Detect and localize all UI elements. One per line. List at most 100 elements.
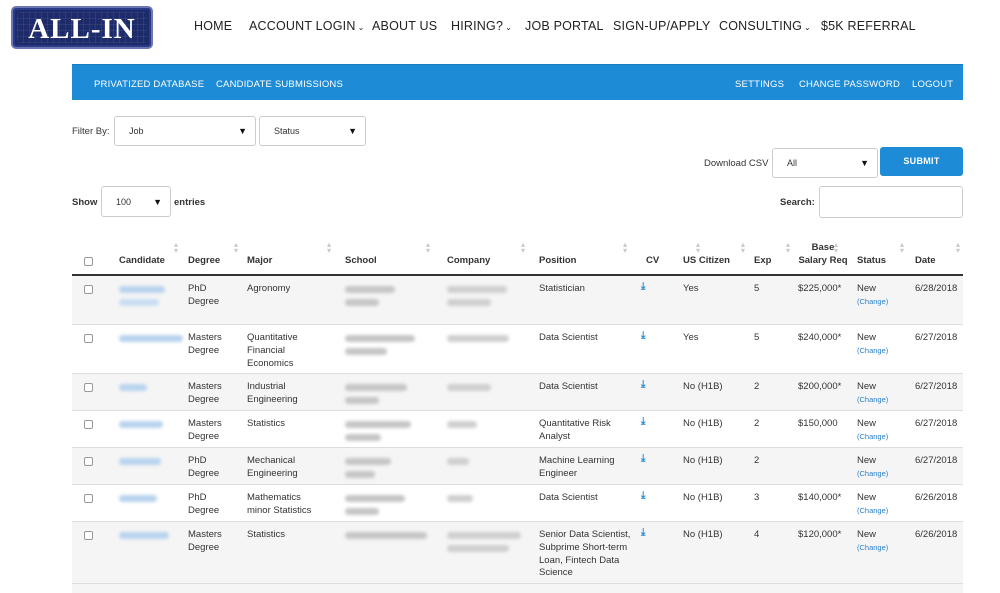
- change-status-link[interactable]: (Change): [857, 505, 888, 518]
- table-row[interactable]: Masters Degree Industrial Engineering Data…: [72, 374, 963, 411]
- table-row[interactable]: PhD Degree Agronomy Statistician Yes 5 $225,0…: [72, 276, 963, 325]
- column-header-major[interactable]: Major: [247, 255, 332, 268]
- table-row[interactable]: Masters Degree Quantitative Financial Eco…: [72, 325, 963, 374]
- candidate-name-redacted[interactable]: [119, 418, 163, 428]
- table-row[interactable]: PhD Degree Mathematics minor Statistics Da…: [72, 485, 963, 522]
- sort-icon[interactable]: ▴ ▾: [741, 241, 745, 255]
- nav-item-account-login[interactable]: ACCOUNT LOGIN ⌄: [249, 19, 364, 33]
- degree-cell: Masters Degree: [188, 381, 222, 405]
- column-header-date[interactable]: Date: [915, 255, 965, 268]
- download-icon[interactable]: ⤓: [641, 379, 645, 392]
- sort-icon[interactable]: ▴ ▾: [426, 241, 430, 255]
- column-header-cv[interactable]: CV: [646, 255, 666, 268]
- candidate-name-redacted[interactable]: [119, 529, 169, 539]
- sort-icon[interactable]: ▴ ▾: [623, 241, 627, 255]
- row-checkbox[interactable]: [84, 285, 93, 294]
- us-citizen-cell: No (H1B): [683, 418, 723, 429]
- table-row[interactable]: Masters Degree Statistics Quantitative Ris…: [72, 411, 963, 448]
- column-header-company[interactable]: Company: [447, 255, 532, 268]
- row-checkbox[interactable]: [84, 420, 93, 429]
- logout-link[interactable]: LOGOUT: [912, 79, 953, 90]
- nav-item-label: $5K REFERRAL: [821, 19, 916, 33]
- candidate-name-redacted[interactable]: [119, 283, 165, 306]
- date-cell: 6/26/2018: [915, 529, 958, 540]
- download-icon[interactable]: ⤓: [641, 527, 645, 540]
- candidate-name-redacted[interactable]: [119, 492, 157, 502]
- sort-icon[interactable]: ▴ ▾: [174, 241, 178, 255]
- date-cell: 6/27/2018: [915, 455, 958, 466]
- nav-item-consulting[interactable]: CONSULTING ⌄: [719, 19, 811, 33]
- change-password-link[interactable]: CHANGE PASSWORD: [799, 79, 900, 90]
- table-row[interactable]: PhD Degree Mechanical Engineering Machine …: [72, 448, 963, 485]
- column-header-candidate[interactable]: Candidate: [119, 255, 179, 268]
- column-header-school[interactable]: School: [345, 255, 435, 268]
- table-row[interactable]: Masters Degree Statistics Senior Data Scie…: [72, 522, 963, 584]
- sort-icon[interactable]: ▴ ▾: [956, 241, 960, 255]
- nav-item-hiring[interactable]: HIRING? ⌄: [451, 19, 512, 33]
- change-status-link[interactable]: (Change): [857, 394, 888, 407]
- sort-icon[interactable]: ▴ ▾: [696, 241, 700, 255]
- sort-icon[interactable]: ▴ ▾: [900, 241, 904, 255]
- experience-cell: 2: [754, 381, 760, 392]
- change-status-link[interactable]: (Change): [857, 345, 888, 358]
- change-status-link[interactable]: (Change): [857, 468, 888, 481]
- us-citizen-cell: Yes: [683, 283, 699, 294]
- column-header-exp[interactable]: Exp: [754, 255, 784, 268]
- row-checkbox[interactable]: [84, 457, 93, 466]
- download-icon[interactable]: ⤓: [641, 490, 645, 503]
- search-input[interactable]: [819, 186, 963, 218]
- download-icon[interactable]: ⤓: [641, 416, 645, 429]
- column-header-us-citizen[interactable]: US Citizen: [683, 255, 743, 268]
- row-checkbox[interactable]: [84, 494, 93, 503]
- privatized-database-link[interactable]: PRIVATIZED DATABASE: [94, 79, 204, 90]
- candidate-name-redacted[interactable]: [119, 332, 183, 342]
- column-header-degree[interactable]: Degree: [188, 255, 243, 268]
- degree-cell: PhD Degree: [188, 455, 220, 479]
- change-status-link[interactable]: (Change): [857, 296, 888, 309]
- candidate-name-redacted[interactable]: [119, 381, 147, 391]
- submit-button[interactable]: SUBMIT: [880, 147, 963, 176]
- sort-icon[interactable]: ▴ ▾: [786, 241, 790, 255]
- table-row[interactable]: [72, 584, 963, 593]
- nav-item-home[interactable]: HOME: [194, 19, 232, 33]
- position-cell: Data Scientist: [539, 492, 598, 503]
- settings-link[interactable]: SETTINGS: [735, 79, 784, 90]
- select-all-checkbox[interactable]: [84, 257, 93, 266]
- candidate-submissions-link[interactable]: CANDIDATE SUBMISSIONS: [216, 79, 343, 90]
- nav-item-5k-referral[interactable]: $5K REFERRAL: [821, 19, 916, 33]
- degree-cell: PhD Degree: [188, 283, 220, 307]
- download-icon[interactable]: ⤓: [641, 453, 645, 466]
- row-checkbox[interactable]: [84, 334, 93, 343]
- column-header-base-salary-req[interactable]: Base Salary Req: [798, 242, 848, 267]
- download-csv-select[interactable]: All ▼: [772, 148, 878, 178]
- sort-icon[interactable]: ▴ ▾: [521, 241, 525, 255]
- job-filter-select[interactable]: Job ▼: [114, 116, 256, 146]
- nav-item-job-portal[interactable]: JOB PORTAL: [525, 19, 604, 33]
- download-csv-label: Download CSV: [704, 158, 769, 169]
- change-status-link[interactable]: (Change): [857, 542, 888, 555]
- entries-select[interactable]: 100 ▼: [101, 186, 171, 217]
- sort-icon[interactable]: ▴ ▾: [234, 241, 238, 255]
- nav-item-sign-up-apply[interactable]: SIGN-UP/APPLY: [613, 19, 711, 33]
- company-redacted: [447, 332, 509, 342]
- download-icon[interactable]: ⤓: [641, 281, 645, 294]
- row-checkbox[interactable]: [84, 531, 93, 540]
- column-header-position[interactable]: Position: [539, 255, 639, 268]
- download-icon[interactable]: ⤓: [641, 330, 645, 343]
- column-header-status[interactable]: Status: [857, 255, 907, 268]
- candidate-name-redacted[interactable]: [119, 455, 161, 465]
- status-filter-select[interactable]: Status ▼: [259, 116, 366, 146]
- experience-cell: 2: [754, 455, 760, 466]
- sort-icon[interactable]: ▴ ▾: [327, 241, 331, 255]
- nav-item-about-us[interactable]: ABOUT US: [372, 19, 437, 33]
- experience-cell: 3: [754, 492, 760, 503]
- position-cell: Senior Data Scientist, Subprime Short-te…: [539, 529, 631, 579]
- sort-icon[interactable]: ▴ ▾: [834, 241, 838, 255]
- school-redacted: [345, 492, 405, 515]
- change-status-link[interactable]: (Change): [857, 431, 888, 444]
- site-logo[interactable]: ALL-IN: [11, 6, 153, 49]
- chevron-down-icon: ⌄: [357, 23, 365, 32]
- row-checkbox[interactable]: [84, 383, 93, 392]
- us-citizen-cell: No (H1B): [683, 492, 723, 503]
- position-cell: Quantitative Risk Analyst: [539, 418, 611, 442]
